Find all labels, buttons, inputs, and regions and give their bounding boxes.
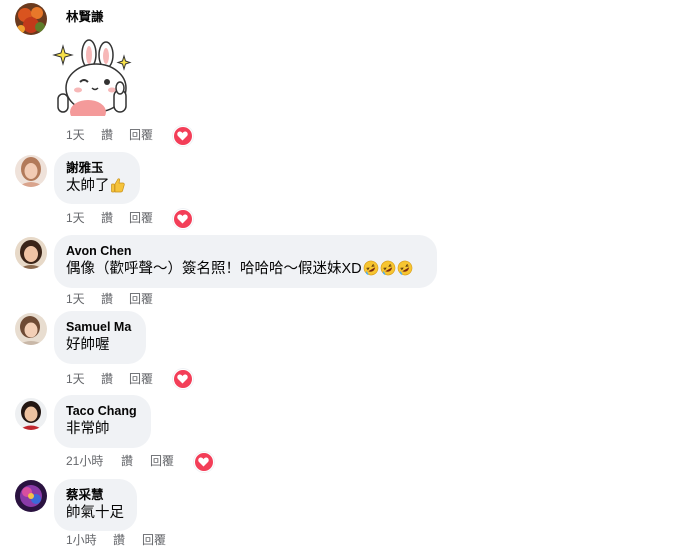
reply-button[interactable]: 回覆 [142, 532, 166, 548]
comment-item: Taco Chang 非常帥 21小時 讚 回覆 [0, 394, 678, 474]
comment-author[interactable]: 蔡采慧 [66, 487, 125, 503]
comment-time[interactable]: 1天 [66, 210, 85, 226]
reply-button[interactable]: 回覆 [129, 127, 153, 143]
like-button[interactable]: 讚 [101, 371, 113, 387]
comment-item: 蔡采慧 帥氣十足 1小時 讚 回覆 [0, 477, 678, 552]
heart-icon[interactable] [173, 126, 193, 146]
comment-time[interactable]: 1天 [66, 371, 85, 387]
comment-item: 謝雅玉 太帥了 1天 讚 回覆 [0, 150, 678, 230]
comment-bubble: Samuel Ma 好帥喔 [54, 311, 146, 364]
comment-item: Samuel Ma 好帥喔 1天 讚 回覆 [0, 310, 678, 392]
heart-icon[interactable] [173, 209, 193, 229]
rolling-laughing-emoji [380, 260, 396, 282]
thumbs-up-emoji [110, 178, 125, 199]
comment-author[interactable]: Samuel Ma [66, 319, 134, 335]
reply-button[interactable]: 回覆 [129, 291, 153, 307]
avatar[interactable] [15, 237, 47, 269]
heart-icon[interactable] [173, 369, 193, 389]
like-button[interactable]: 讚 [101, 127, 113, 143]
comment-text-row: 太帥了 [66, 177, 128, 199]
avatar[interactable] [15, 313, 47, 345]
comment-text-row: 偶像（歡呼聲～）簽名照！哈哈哈～假迷妹XD [66, 260, 425, 282]
comment-item: 林賢謙 1天 讚 回覆 [0, 0, 678, 150]
comment-text: 非常帥 [66, 421, 110, 437]
heart-icon[interactable] [194, 452, 214, 472]
reply-button[interactable]: 回覆 [150, 453, 174, 469]
avatar[interactable] [15, 398, 47, 430]
avatar[interactable] [15, 3, 47, 35]
comment-bubble: Avon Chen 偶像（歡呼聲～）簽名照！哈哈哈～假迷妹XD [54, 235, 437, 288]
comment-text: 帥氣十足 [66, 505, 124, 521]
rolling-laughing-emoji [397, 260, 413, 282]
rolling-laughing-emoji [363, 260, 379, 282]
comment-item: Avon Chen 偶像（歡呼聲～）簽名照！哈哈哈～假迷妹XD 1天 讚 回覆 [0, 233, 678, 311]
comment-text: 好帥喔 [66, 337, 110, 353]
comment-time[interactable]: 1小時 [66, 532, 97, 548]
comment-time[interactable]: 21小時 [66, 453, 103, 469]
comment-time[interactable]: 1天 [66, 291, 85, 307]
avatar[interactable] [15, 155, 47, 187]
comment-bubble: 謝雅玉 太帥了 [54, 152, 140, 204]
reply-button[interactable]: 回覆 [129, 210, 153, 226]
comment-text: 偶像（歡呼聲～）簽名照！哈哈哈～假迷妹XD [66, 261, 362, 277]
like-button[interactable]: 讚 [101, 210, 113, 226]
comment-text: 太帥了 [66, 178, 110, 194]
comment-author[interactable]: 謝雅玉 [66, 160, 128, 176]
comment-time[interactable]: 1天 [66, 127, 85, 143]
comment-author[interactable]: 林賢謙 [66, 9, 104, 25]
comment-author[interactable]: Taco Chang [66, 403, 139, 419]
comment-bubble: 蔡采慧 帥氣十足 [54, 479, 137, 531]
like-button[interactable]: 讚 [121, 453, 133, 469]
comment-bubble: Taco Chang 非常帥 [54, 395, 151, 448]
bunny-sticker [52, 38, 134, 124]
like-button[interactable]: 讚 [101, 291, 113, 307]
avatar[interactable] [15, 480, 47, 512]
comment-author[interactable]: Avon Chen [66, 243, 425, 259]
like-button[interactable]: 讚 [113, 532, 125, 548]
reply-button[interactable]: 回覆 [129, 371, 153, 387]
